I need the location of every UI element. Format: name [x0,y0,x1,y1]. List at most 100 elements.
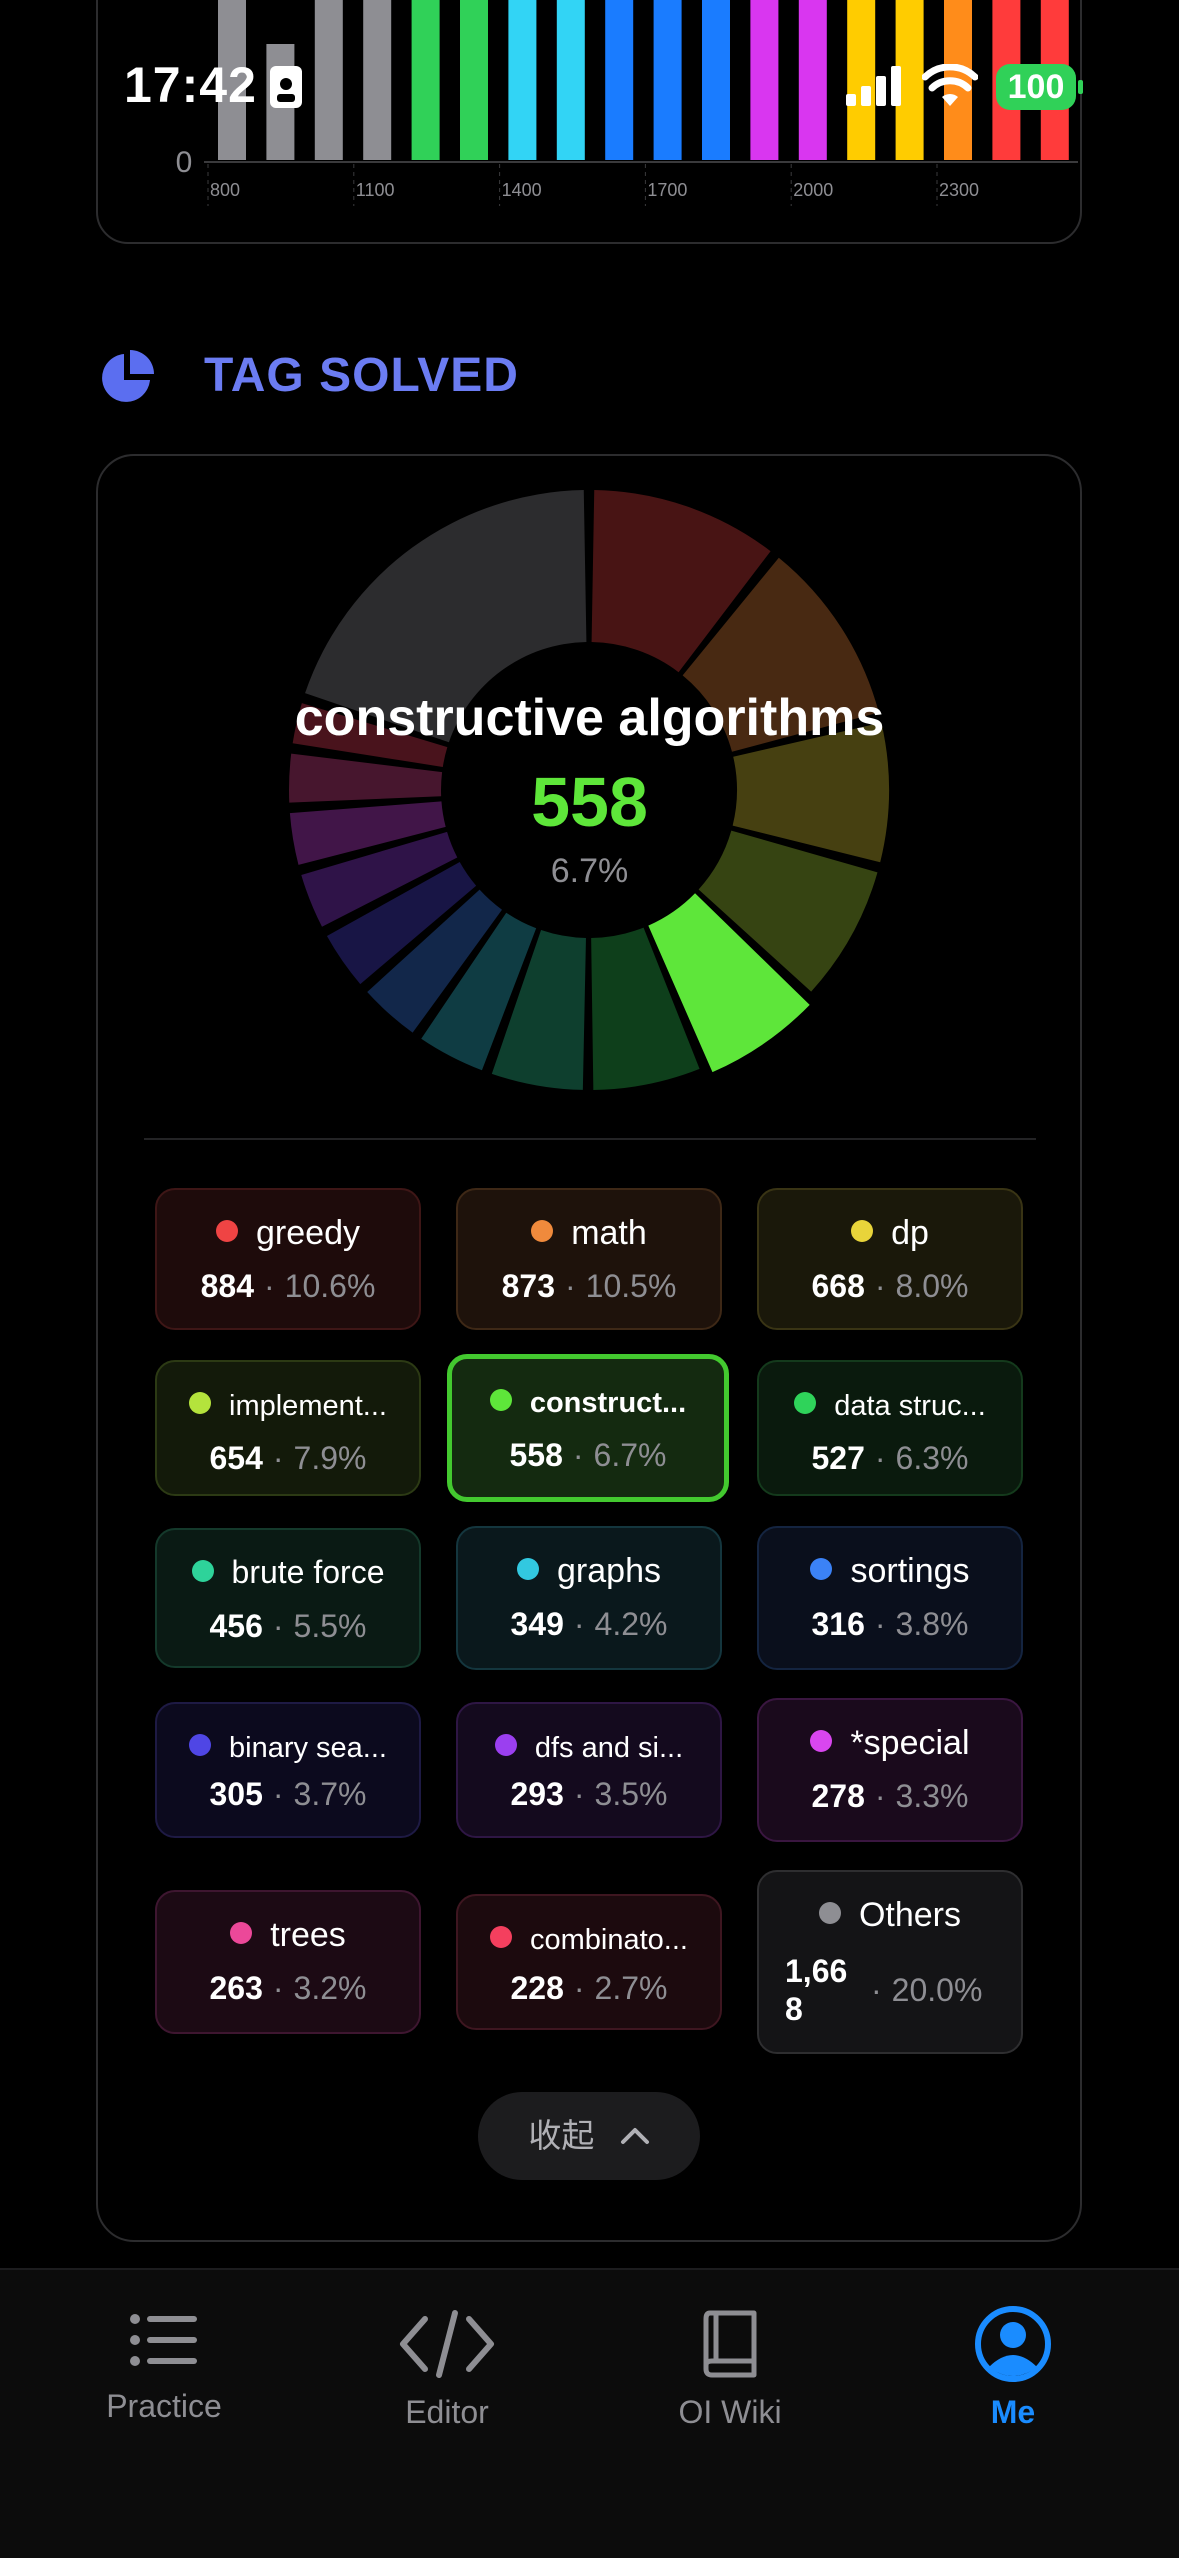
rating-bar [460,0,488,160]
y-axis-zero-label: 0 [176,146,193,179]
tag-chip-name: implement... [229,1390,387,1422]
tag-chip-math[interactable]: math 873 · 10.5% [456,1188,722,1330]
tag-chip-percent: 20.0% [891,1972,983,2008]
tag-chip-count: 263 [209,1970,263,2006]
battery-indicator: 100 [996,64,1076,110]
tag-chip-special[interactable]: *special 278 · 3.3% [757,1698,1023,1842]
separator: · [565,1268,576,1304]
tag-chip-percent-wrap: · 20.0% [871,1972,982,2009]
tab-editor[interactable]: Editor [337,2300,557,2431]
tag-chip-data-structures[interactable]: data struc... 527 · 6.3% [757,1360,1023,1496]
list-icon [130,2314,197,2366]
tag-chip-name: math [571,1214,647,1252]
tag-chip-count: 456 [209,1608,263,1644]
tag-color-dot [810,1730,833,1753]
tag-chip-greedy[interactable]: greedy 884 · 10.6% [155,1188,421,1330]
tab-oi-wiki[interactable]: OI Wiki [620,2300,840,2431]
tag-chip-percent: 10.6% [284,1268,376,1304]
tab-practice-label: Practice [106,2388,222,2424]
tag-color-dot [216,1220,239,1243]
tag-chip-others[interactable]: Others 1,66 8 · 20.0% [757,1870,1023,2054]
separator: · [874,1778,886,1814]
rating-bar [798,0,827,160]
tab-me[interactable]: Me [903,2300,1123,2431]
tag-chip-trees[interactable]: trees 263 · 3.2% [155,1890,421,2034]
tag-chip-name: greedy [256,1214,360,1252]
tag-chip-dp[interactable]: dp 668 · 8.0% [757,1188,1023,1330]
tag-chip-dfs-and-similar[interactable]: dfs and si... 293 · 3.5% [456,1702,722,1838]
tag-chip-count: 316 [811,1606,865,1642]
tag-chip-binary-search[interactable]: binary sea... 305 · 3.7% [155,1702,421,1838]
contact-card-icon [270,66,302,108]
separator: · [573,1606,585,1642]
donut-selected-tag-percent: 6.7% [550,852,629,890]
tag-color-dot [494,1734,517,1757]
tag-chip-name: graphs [557,1552,661,1590]
x-tick-label: 2300 [939,180,979,200]
separator: · [874,1268,886,1304]
tag-color-dot [818,1902,841,1925]
pie-chart-icon [102,350,154,402]
collapse-button[interactable]: 收起 [478,2092,700,2180]
tag-chip-percent: 3.5% [594,1776,668,1812]
separator: · [573,1970,585,2006]
tag-chip-constructive-algorithms-selected[interactable]: construct... 558 · 6.7% [447,1354,729,1502]
tag-chip-combinatorics[interactable]: combinato... 228 · 2.7% [456,1894,722,2030]
separator: · [272,1608,284,1644]
rating-bar [556,0,585,160]
rating-bar [750,0,779,160]
divider [144,1138,1036,1140]
status-time: 17:42 [124,57,257,113]
tag-chip-name: data struc... [834,1390,986,1422]
tag-chip-count: 305 [209,1776,263,1812]
tag-chip-count: 873 [501,1268,555,1304]
tag-chip-percent: 3.3% [895,1778,969,1814]
tab-practice[interactable]: Practice [54,2300,274,2425]
rating-bar [508,0,537,160]
tag-chip-count: 349 [510,1606,564,1642]
tab-editor-label: Editor [405,2394,489,2430]
tag-chip-count: 527 [811,1440,865,1476]
separator: · [572,1437,584,1473]
x-tick-label: 800 [210,180,240,200]
rating-bar [363,0,392,160]
separator: · [874,1440,886,1476]
tag-chip-count: 228 [510,1970,564,2006]
tag-color-dot [517,1558,540,1581]
profile-icon [975,2306,1051,2382]
tag-color-dot [810,1558,833,1581]
separator: · [272,1970,284,2006]
tag-chip-name: binary sea... [229,1732,387,1764]
rating-bar [702,0,730,160]
tag-color-dot [230,1922,253,1945]
tag-chip-percent: 3.8% [895,1606,969,1642]
tag-chip-count: 884 [200,1268,254,1304]
tag-chip-graphs[interactable]: graphs 349 · 4.2% [456,1526,722,1670]
rating-bar [653,0,682,160]
tag-chip-count: 668 [811,1268,865,1304]
separator: · [573,1776,585,1812]
tag-chip-count: 1,66 8 [785,1953,848,2027]
tag-chip-percent: 3.2% [293,1970,367,2006]
section-title-tag-solved: TAG SOLVED [204,349,519,402]
code-icon [400,2310,494,2378]
tag-chip-name: combinato... [530,1924,688,1956]
x-tick-label: 1400 [502,180,542,200]
tag-color-dot [794,1392,817,1415]
separator: · [874,1606,886,1642]
battery-tip [1078,80,1083,94]
separator: · [264,1268,275,1304]
tag-chip-percent: 5.5% [293,1608,367,1644]
separator: · [272,1440,284,1476]
tag-chip-name: dp [891,1214,929,1252]
tag-color-dot [490,1926,512,1949]
tag-chip-percent: 6.7% [593,1437,667,1473]
tag-chip-count: 293 [510,1776,564,1812]
tag-chip-brute-force[interactable]: brute force 456 · 5.5% [155,1528,421,1668]
tag-chip-implementation[interactable]: implement... 654 · 7.9% [155,1360,421,1496]
tag-chip-percent: 3.7% [293,1776,367,1812]
tag-chip-sortings[interactable]: sortings 316 · 3.8% [757,1526,1023,1670]
tag-chip-count: 278 [811,1778,865,1814]
tag-chip-name: Others [858,1896,962,1934]
tag-chip-percent: 7.9% [293,1440,367,1476]
